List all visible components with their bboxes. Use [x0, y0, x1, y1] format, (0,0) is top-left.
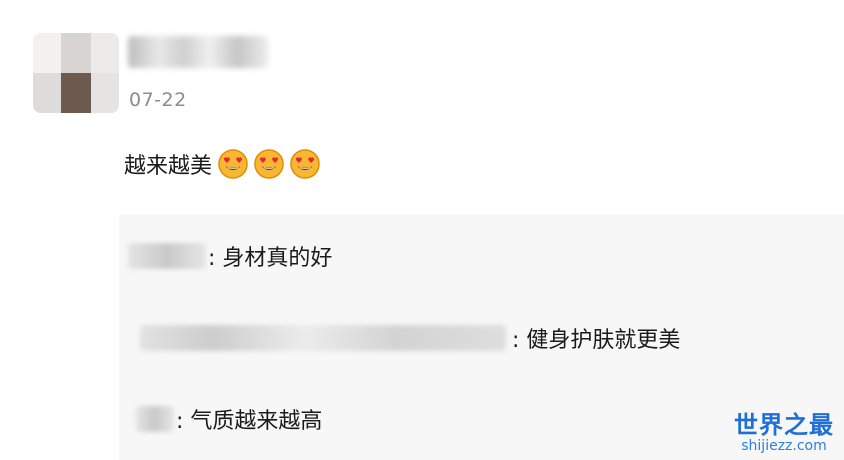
reply-text: : 气质越来越高	[176, 409, 323, 434]
avatar-pixel	[91, 33, 119, 73]
reply-item[interactable]: : 身材真的好	[128, 240, 332, 272]
avatar-pixel	[61, 33, 91, 73]
comment-date: 07-22	[129, 89, 187, 111]
avatar-pixel	[33, 33, 61, 73]
reply-item[interactable]: : 气质越来越高	[136, 403, 322, 435]
avatar-pixel	[33, 73, 61, 113]
watermark-title: 世界之最	[734, 411, 834, 440]
site-watermark: 世界之最 shijiezz.com	[734, 412, 834, 454]
reply-item[interactable]: : 健身护肤就更美	[140, 322, 680, 354]
reply-author-blurred[interactable]	[140, 325, 506, 351]
avatar[interactable]	[33, 33, 119, 113]
avatar-pixel	[91, 73, 119, 113]
avatar-pixel	[61, 73, 91, 113]
comment-text: 越来越美	[124, 154, 213, 179]
heart-eyes-emoji-icon	[254, 149, 284, 179]
username-blurred[interactable]	[128, 36, 268, 68]
reply-text: : 身材真的好	[208, 246, 333, 271]
heart-eyes-emoji-icon	[218, 149, 248, 179]
reply-author-blurred[interactable]	[136, 406, 174, 432]
reply-author-blurred[interactable]	[128, 243, 206, 269]
reply-text: : 健身护肤就更美	[512, 328, 681, 353]
comment-body: 越来越美	[124, 148, 320, 180]
watermark-url: shijiezz.com	[741, 437, 827, 454]
heart-eyes-emoji-icon	[290, 149, 320, 179]
